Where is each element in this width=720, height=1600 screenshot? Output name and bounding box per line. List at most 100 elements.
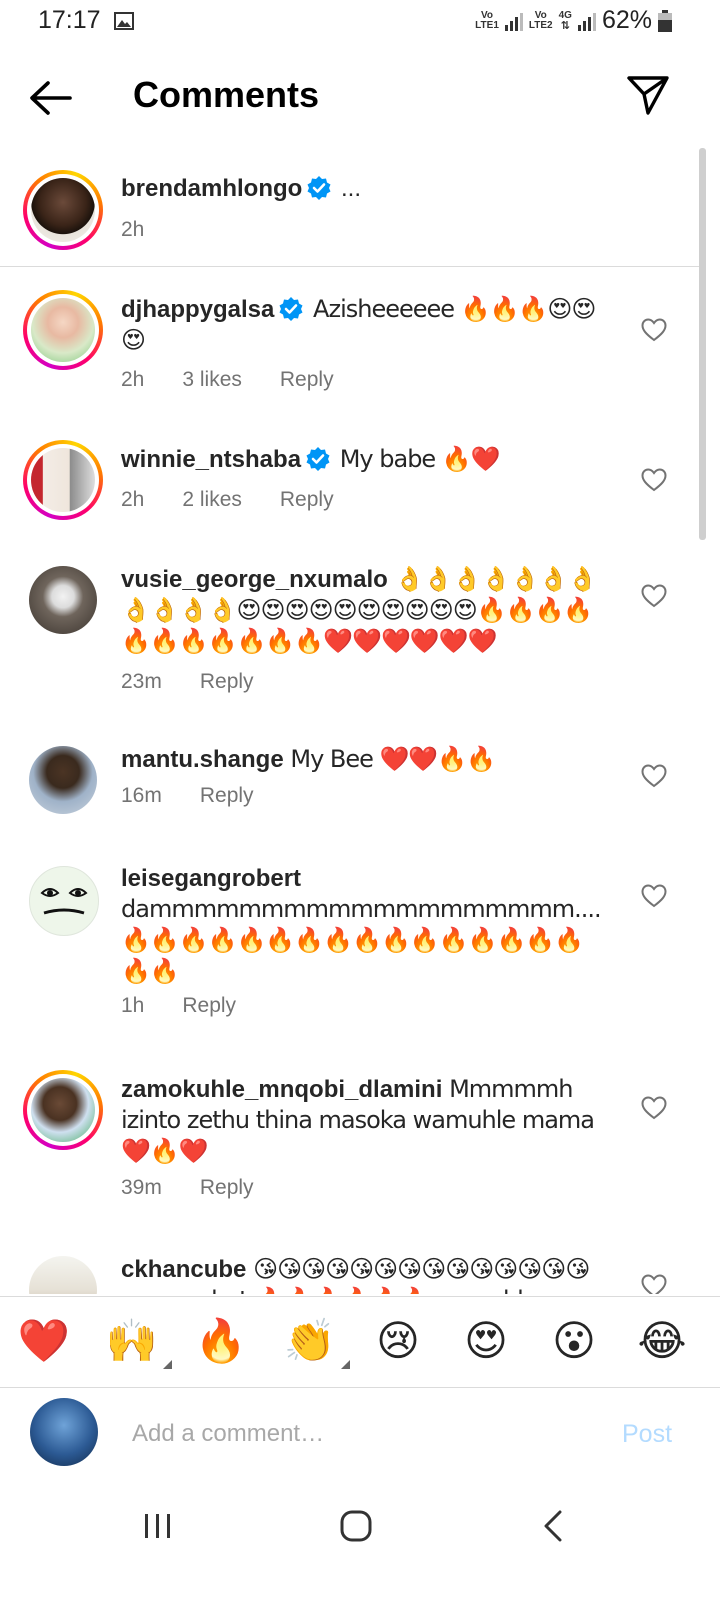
caption-text: brendamhlongo ... <box>121 174 611 204</box>
reply-button[interactable]: Reply <box>200 670 254 694</box>
username[interactable]: leisegangrobert <box>121 865 301 892</box>
comment-item: vusie_george_nxumalo 👌👌👌👌👌👌👌👌👌👌👌😍😍😍😍😍😍😍😍… <box>0 562 700 732</box>
post-button[interactable]: Post <box>622 1420 672 1449</box>
emoji-surprised-face[interactable]: 😮 <box>546 1313 602 1369</box>
comment-meta: 16m Reply <box>121 784 254 808</box>
comment-text: ckhancube 😘😘😘😘😘😘😘😘😘😘😘😘😘😘 you are hot 🔥🔥🔥… <box>121 1254 611 1294</box>
status-icons: Vo LTE1 Vo LTE2 4G ⇅ 62% <box>475 6 672 35</box>
avatar[interactable] <box>23 1070 103 1150</box>
like-heart-icon[interactable] <box>641 764 667 788</box>
comment-item: leisegangrobert dammmmmmmmmmmmmmmmmmm...… <box>0 862 700 1022</box>
comment-text: winnie_ntshaba My babe 🔥❤️ <box>121 444 611 475</box>
emoji-raising-hands[interactable]: 🙌 <box>104 1313 172 1369</box>
scrollbar-thumb[interactable] <box>699 148 706 540</box>
battery-icon <box>658 9 672 32</box>
signal-strength-icon <box>504 12 523 31</box>
eye-doodle-icon <box>40 888 88 915</box>
sim1-indicator: Vo LTE1 <box>475 9 499 31</box>
comment-text: vusie_george_nxumalo 👌👌👌👌👌👌👌👌👌👌👌😍😍😍😍😍😍😍😍… <box>121 564 611 657</box>
avatar[interactable] <box>29 566 97 634</box>
username[interactable]: vusie_george_nxumalo <box>121 566 388 593</box>
network-type-indicator: 4G ⇅ <box>558 9 572 32</box>
avatar-image <box>31 1078 95 1142</box>
comment-meta: 1h Reply <box>121 994 236 1018</box>
comment-time: 16m <box>121 784 162 807</box>
reply-button[interactable]: Reply <box>182 994 236 1018</box>
like-heart-icon[interactable] <box>641 1274 667 1294</box>
comment-text: mantu.shange My Bee ❤️❤️🔥🔥 <box>121 744 611 775</box>
sim2-indicator: Vo LTE2 <box>528 9 553 31</box>
username[interactable]: winnie_ntshaba <box>121 446 301 473</box>
reply-button[interactable]: Reply <box>280 488 334 512</box>
comment-body: My babe 🔥❤️ <box>339 445 501 473</box>
emoji-fire[interactable]: 🔥 <box>193 1313 249 1369</box>
reply-button[interactable]: Reply <box>280 368 334 392</box>
like-heart-icon[interactable] <box>641 1096 667 1120</box>
emoji-red-heart[interactable]: ❤️ <box>16 1313 72 1369</box>
comment-meta: 2h 3 likes Reply <box>121 368 334 392</box>
username[interactable]: ckhancube <box>121 1256 246 1283</box>
username[interactable]: brendamhlongo <box>121 175 302 202</box>
nav-back-icon[interactable] <box>540 1508 566 1544</box>
reply-button[interactable]: Reply <box>200 784 254 808</box>
paper-plane-icon[interactable] <box>624 72 672 118</box>
emoji-crying-face[interactable]: 😢 <box>370 1313 426 1369</box>
comment-input[interactable] <box>120 1408 614 1460</box>
comment-text: djhappygalsa Azisheeeeee 🔥🔥🔥😍😍😍 <box>121 294 611 356</box>
comment-time: 23m <box>121 670 162 693</box>
gallery-notification-icon <box>114 12 134 30</box>
comment-meta: 23m Reply <box>121 670 254 694</box>
avatar-image <box>29 746 97 814</box>
emoji-tears-of-joy[interactable]: 😂 <box>634 1313 690 1369</box>
battery-level: 62% <box>601 6 652 34</box>
avatar-image <box>29 1256 97 1294</box>
comment-meta: 2h 2 likes Reply <box>121 488 334 512</box>
emoji-heart-eyes[interactable]: 😍 <box>458 1313 514 1369</box>
avatar[interactable] <box>29 746 97 814</box>
skin-tone-indicator <box>341 1360 350 1369</box>
comment-likes[interactable]: 3 likes <box>182 368 242 392</box>
like-heart-icon[interactable] <box>641 468 667 492</box>
verified-badge-icon <box>306 447 330 471</box>
quick-emoji-bar: ❤️ 🙌 🔥 👏 😢 😍 😮 😂 <box>0 1296 720 1388</box>
avatar[interactable] <box>23 440 103 520</box>
comment-text: zamokuhle_mnqobi_dlamini Mmmmmh izinto z… <box>121 1074 611 1167</box>
comment-item: winnie_ntshaba My babe 🔥❤️ 2h 2 likes Re… <box>0 438 700 548</box>
avatar-image <box>31 178 95 242</box>
avatar[interactable] <box>29 1256 97 1294</box>
comment-item: ckhancube 😘😘😘😘😘😘😘😘😘😘😘😘😘😘 you are hot 🔥🔥🔥… <box>0 1252 700 1294</box>
page-title: Comments <box>133 74 320 115</box>
caption-body: ... <box>341 175 362 202</box>
skin-tone-indicator <box>163 1360 172 1369</box>
current-user-avatar <box>30 1398 98 1466</box>
back-arrow-icon[interactable] <box>26 76 76 120</box>
like-heart-icon[interactable] <box>641 884 667 908</box>
signal-strength-icon <box>577 12 596 31</box>
avatar-image <box>29 566 97 634</box>
home-icon[interactable] <box>338 1508 374 1544</box>
recent-apps-icon[interactable] <box>142 1510 174 1542</box>
reply-button[interactable]: Reply <box>200 1176 254 1200</box>
caption-meta: 2h <box>121 218 144 242</box>
comment-time: 2h <box>121 218 145 241</box>
avatar[interactable] <box>23 170 103 250</box>
avatar[interactable] <box>23 290 103 370</box>
divider <box>0 266 700 267</box>
emoji-clapping-hands[interactable]: 👏 <box>282 1313 350 1369</box>
comment-item: zamokuhle_mnqobi_dlamini Mmmmmh izinto z… <box>0 1068 700 1218</box>
comment-item: mantu.shange My Bee ❤️❤️🔥🔥 16m Reply <box>0 742 700 842</box>
comment-text: leisegangrobert dammmmmmmmmmmmmmmmmmm...… <box>121 864 611 987</box>
like-heart-icon[interactable] <box>641 584 667 608</box>
avatar-image <box>31 298 95 362</box>
comment-time: 1h <box>121 994 145 1017</box>
username[interactable]: mantu.shange <box>121 746 284 773</box>
avatar-image <box>31 448 95 512</box>
avatar[interactable] <box>29 866 99 936</box>
like-heart-icon[interactable] <box>641 318 667 342</box>
comment-likes[interactable]: 2 likes <box>182 488 242 512</box>
username[interactable]: zamokuhle_mnqobi_dlamini <box>121 1076 442 1103</box>
comments-list[interactable]: brendamhlongo ... 2h djhappygalsa Azishe… <box>0 148 720 1294</box>
comment-time: 39m <box>121 1176 162 1199</box>
comment-body: dammmmmmmmmmmmmmmmmmm....🔥🔥🔥🔥🔥🔥🔥🔥🔥🔥🔥🔥🔥🔥🔥… <box>121 895 602 985</box>
username[interactable]: djhappygalsa <box>121 296 274 323</box>
